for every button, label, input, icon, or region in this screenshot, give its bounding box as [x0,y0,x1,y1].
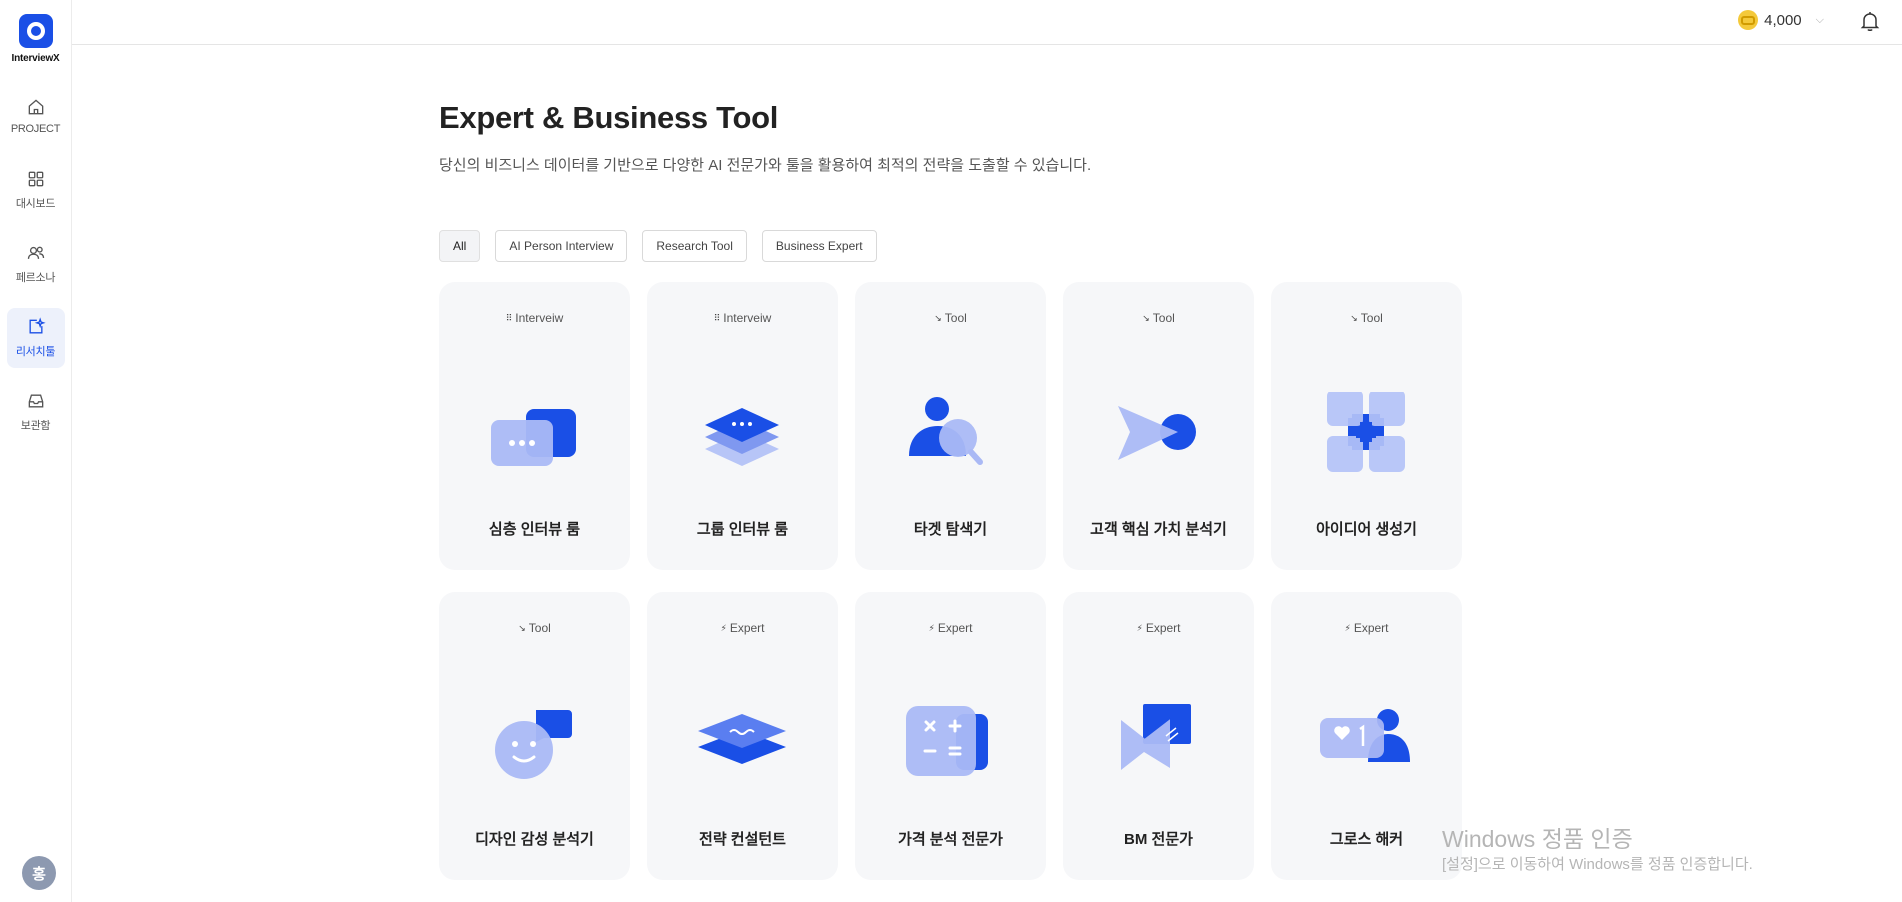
smile-face-icon [495,710,572,779]
card-tag: ↘ Tool [518,621,551,635]
tool-card-group-interview[interactable]: ⠿ Interveiw 그룹 인터뷰 룸 [647,282,838,570]
avatar[interactable]: 홍 [22,856,56,890]
tag-icon: ⚡ [720,622,727,633]
calculator-icon [906,706,988,776]
card-tag: ⚡ Expert [1136,621,1181,635]
tag-icon: ↘ [518,622,526,633]
card-title: BM 전문가 [1124,831,1193,848]
filter-chip-business-expert[interactable]: Business Expert [761,230,877,262]
filter-chip-ai-person-interview[interactable]: AI Person Interview [495,230,628,262]
card-tag: ↘ Tool [1142,311,1175,325]
stacked-layers-icon [705,408,779,466]
tool-card-growth-hacker[interactable]: ⚡ Expert 그로스 해커 [1271,592,1462,880]
card-title: 전략 컨설턴트 [699,831,786,848]
card-title: 타겟 탐색기 [913,521,988,538]
tool-card-grid: ⠿ Interveiw 심층 인터뷰 룸 ⠿ Interveiw 그룹 인터뷰 룸 … [439,282,1462,880]
sidebar: InterviewX PROJECT 대시보드 페르소나 리서치툴 보관함 홍 [0,0,72,902]
sidebar-item-archive[interactable]: 보관함 [7,382,65,442]
tag-icon: ⚡ [1344,622,1351,633]
users-icon [27,246,44,259]
sidebar-item-persona[interactable]: 페르소나 [7,234,65,294]
sidebar-item-label: 페르소나 [15,272,56,284]
edit-sparkle-icon [29,317,46,334]
sidebar-item-project[interactable]: PROJECT [7,86,65,146]
tag-icon: ↘ [1142,312,1150,323]
sidebar-item-label: 대시보드 [15,198,56,210]
home-icon [28,99,43,115]
arrow-target-icon [1118,406,1196,460]
person-search-icon [909,397,983,465]
card-tag: ↘ Tool [1350,311,1383,325]
card-tag: ↘ Tool [934,311,967,325]
page-subtitle: 당신의 비즈니스 데이터를 기반으로 다양한 AI 전문가와 툴을 활용하여 최… [439,157,1092,174]
card-tag: ⚡ Expert [928,621,973,635]
tool-card-in-depth-interview[interactable]: ⠿ Interveiw 심층 인터뷰 룸 [439,282,630,570]
tag-icon: ↘ [1350,312,1358,323]
card-title: 디자인 감성 분석기 [475,831,594,848]
like-notification-icon [1320,709,1410,762]
sidebar-item-dashboard[interactable]: 대시보드 [7,160,65,220]
layered-diamond-icon [698,714,786,764]
app-logo[interactable] [18,14,53,48]
coin-icon [1738,10,1759,30]
credits-value: 4,000 [1764,11,1802,29]
windows-activation-title: Windows 정품 인증 [1442,826,1633,852]
card-tag: ⚡ Expert [720,621,765,635]
windows-activation-message: [설정]으로 이동하여 Windows를 정품 인증합니다. [1442,856,1753,873]
tag-icon: ⠿ [713,312,721,323]
bell-icon[interactable] [1858,9,1882,33]
filter-chip-research-tool[interactable]: Research Tool [642,230,747,262]
card-tag: ⠿ Interveiw [505,311,564,325]
four-squares-icon [1327,392,1405,472]
sidebar-item-research-tool[interactable]: 리서치툴 [6,308,65,368]
tool-card-idea-generator[interactable]: ↘ Tool 아이디어 생성기 [1271,282,1462,570]
credits-dropdown[interactable]: 4,000 ⌵ [1738,10,1824,30]
filter-chip-all[interactable]: All [439,230,481,262]
sidebar-item-label: PROJECT [10,123,61,135]
tag-icon: ⚡ [1136,622,1143,633]
card-title: 심층 인터뷰 룸 [488,521,581,538]
card-title: 고객 핵심 가치 분석기 [1090,521,1227,538]
chat-bubbles-icon [491,409,576,466]
tool-card-strategy-consultant[interactable]: ⚡ Expert 전략 컨설턴트 [647,592,838,880]
chevron-down-icon: ⌵ [1815,13,1824,26]
tag-icon: ⚡ [928,622,935,633]
tool-card-bm-expert[interactable]: ⚡ Expert BM 전문가 [1063,592,1254,880]
tag-icon: ↘ [934,312,942,323]
main-content: Expert & Business Tool 당신의 비즈니스 데이터를 기반으… [439,100,1462,880]
sidebar-item-label: 보관함 [20,420,51,432]
filter-chips: All AI Person Interview Research Tool Bu… [439,230,877,262]
tool-card-customer-value-analyzer[interactable]: ↘ Tool 고객 핵심 가치 분석기 [1063,282,1254,570]
topbar: 4,000 ⌵ [72,0,1902,45]
card-tag: ⠿ Interveiw [713,311,772,325]
inbox-icon [28,394,43,408]
card-title: 가격 분석 전문가 [898,831,1003,848]
folded-card-icon [1121,704,1191,770]
tool-card-price-analysis-expert[interactable]: ⚡ Expert 가격 분석 전문가 [855,592,1046,880]
card-title: 아이디어 생성기 [1316,521,1417,538]
tool-card-target-explorer[interactable]: ↘ Tool 타겟 탐색기 [855,282,1046,570]
page-title: Expert & Business Tool [439,100,779,135]
tag-icon: ⠿ [505,312,513,323]
app-logo-text: InterviewX [11,53,60,64]
card-tag: ⚡ Expert [1344,621,1389,635]
grid-icon [28,171,43,187]
tool-card-design-emotion-analyzer[interactable]: ↘ Tool 디자인 감성 분석기 [439,592,630,880]
card-title: 그룹 인터뷰 룸 [696,521,789,538]
sidebar-item-label: 리서치툴 [15,346,56,358]
card-title: 그로스 해커 [1329,831,1404,848]
